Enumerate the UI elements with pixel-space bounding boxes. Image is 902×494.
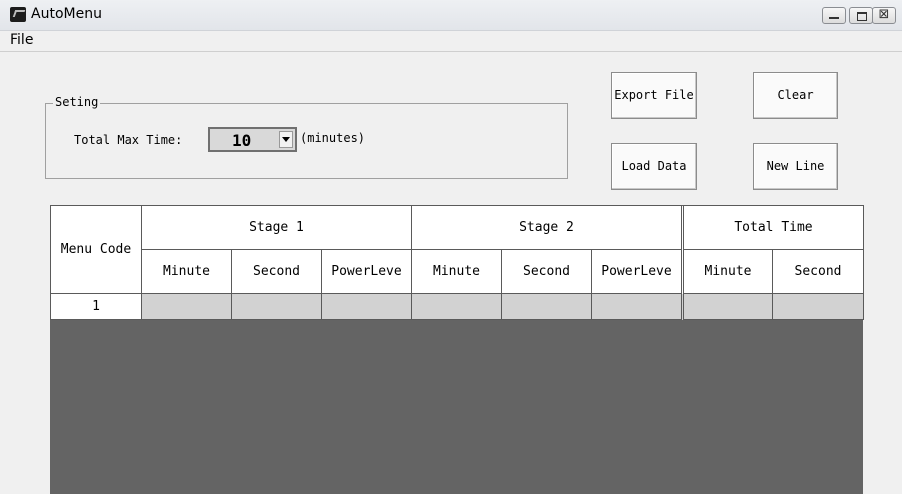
close-icon: ⊠ [878, 7, 890, 22]
table-cell[interactable] [141, 293, 232, 320]
column-header: Second [231, 249, 322, 294]
column-header: PowerLeve [591, 249, 683, 294]
clear-button[interactable]: Clear [753, 72, 838, 119]
menu-table: Menu Code Stage 1 Stage 2 Total Time Min… [50, 205, 864, 320]
table-cell[interactable] [411, 293, 502, 320]
maximize-button[interactable] [849, 7, 873, 24]
menu-code-header: Menu Code [50, 205, 142, 294]
load-data-button[interactable]: Load Data [611, 143, 697, 190]
column-header: Minute [411, 249, 502, 294]
column-header: Minute [141, 249, 232, 294]
max-time-label: Total Max Time: [74, 133, 183, 147]
total-time-header: Total Time [681, 205, 864, 250]
max-time-value: 10 [232, 131, 252, 150]
export-file-button[interactable]: Export File [611, 72, 697, 119]
close-button[interactable]: ⊠ [872, 7, 896, 24]
minimize-button[interactable] [822, 7, 846, 24]
table-cell[interactable] [231, 293, 322, 320]
menu-bar: File [0, 31, 902, 52]
table-cell[interactable] [501, 293, 592, 320]
table-cell[interactable] [321, 293, 412, 320]
table-cell[interactable] [591, 293, 683, 320]
app-icon [10, 7, 26, 22]
chevron-down-icon[interactable] [279, 131, 293, 148]
title-bar: AutoMenu ⊠ [0, 0, 902, 31]
menu-file[interactable]: File [10, 32, 33, 48]
column-header: Minute [681, 249, 773, 294]
row-code-cell[interactable]: 1 [50, 293, 142, 320]
table-cell[interactable] [681, 293, 773, 320]
column-header: Second [772, 249, 864, 294]
table-cell[interactable] [772, 293, 864, 320]
table-row[interactable]: 1 [50, 293, 864, 320]
settings-group-title: Seting [53, 95, 101, 109]
stage2-header: Stage 2 [411, 205, 683, 250]
column-header: Second [501, 249, 592, 294]
unit-label: (minutes) [300, 131, 366, 145]
window-title: AutoMenu [31, 6, 102, 22]
new-line-button[interactable]: New Line [753, 143, 838, 190]
column-header: PowerLeve [321, 249, 412, 294]
max-time-select[interactable]: 10 [208, 127, 297, 152]
stage1-header: Stage 1 [141, 205, 412, 250]
